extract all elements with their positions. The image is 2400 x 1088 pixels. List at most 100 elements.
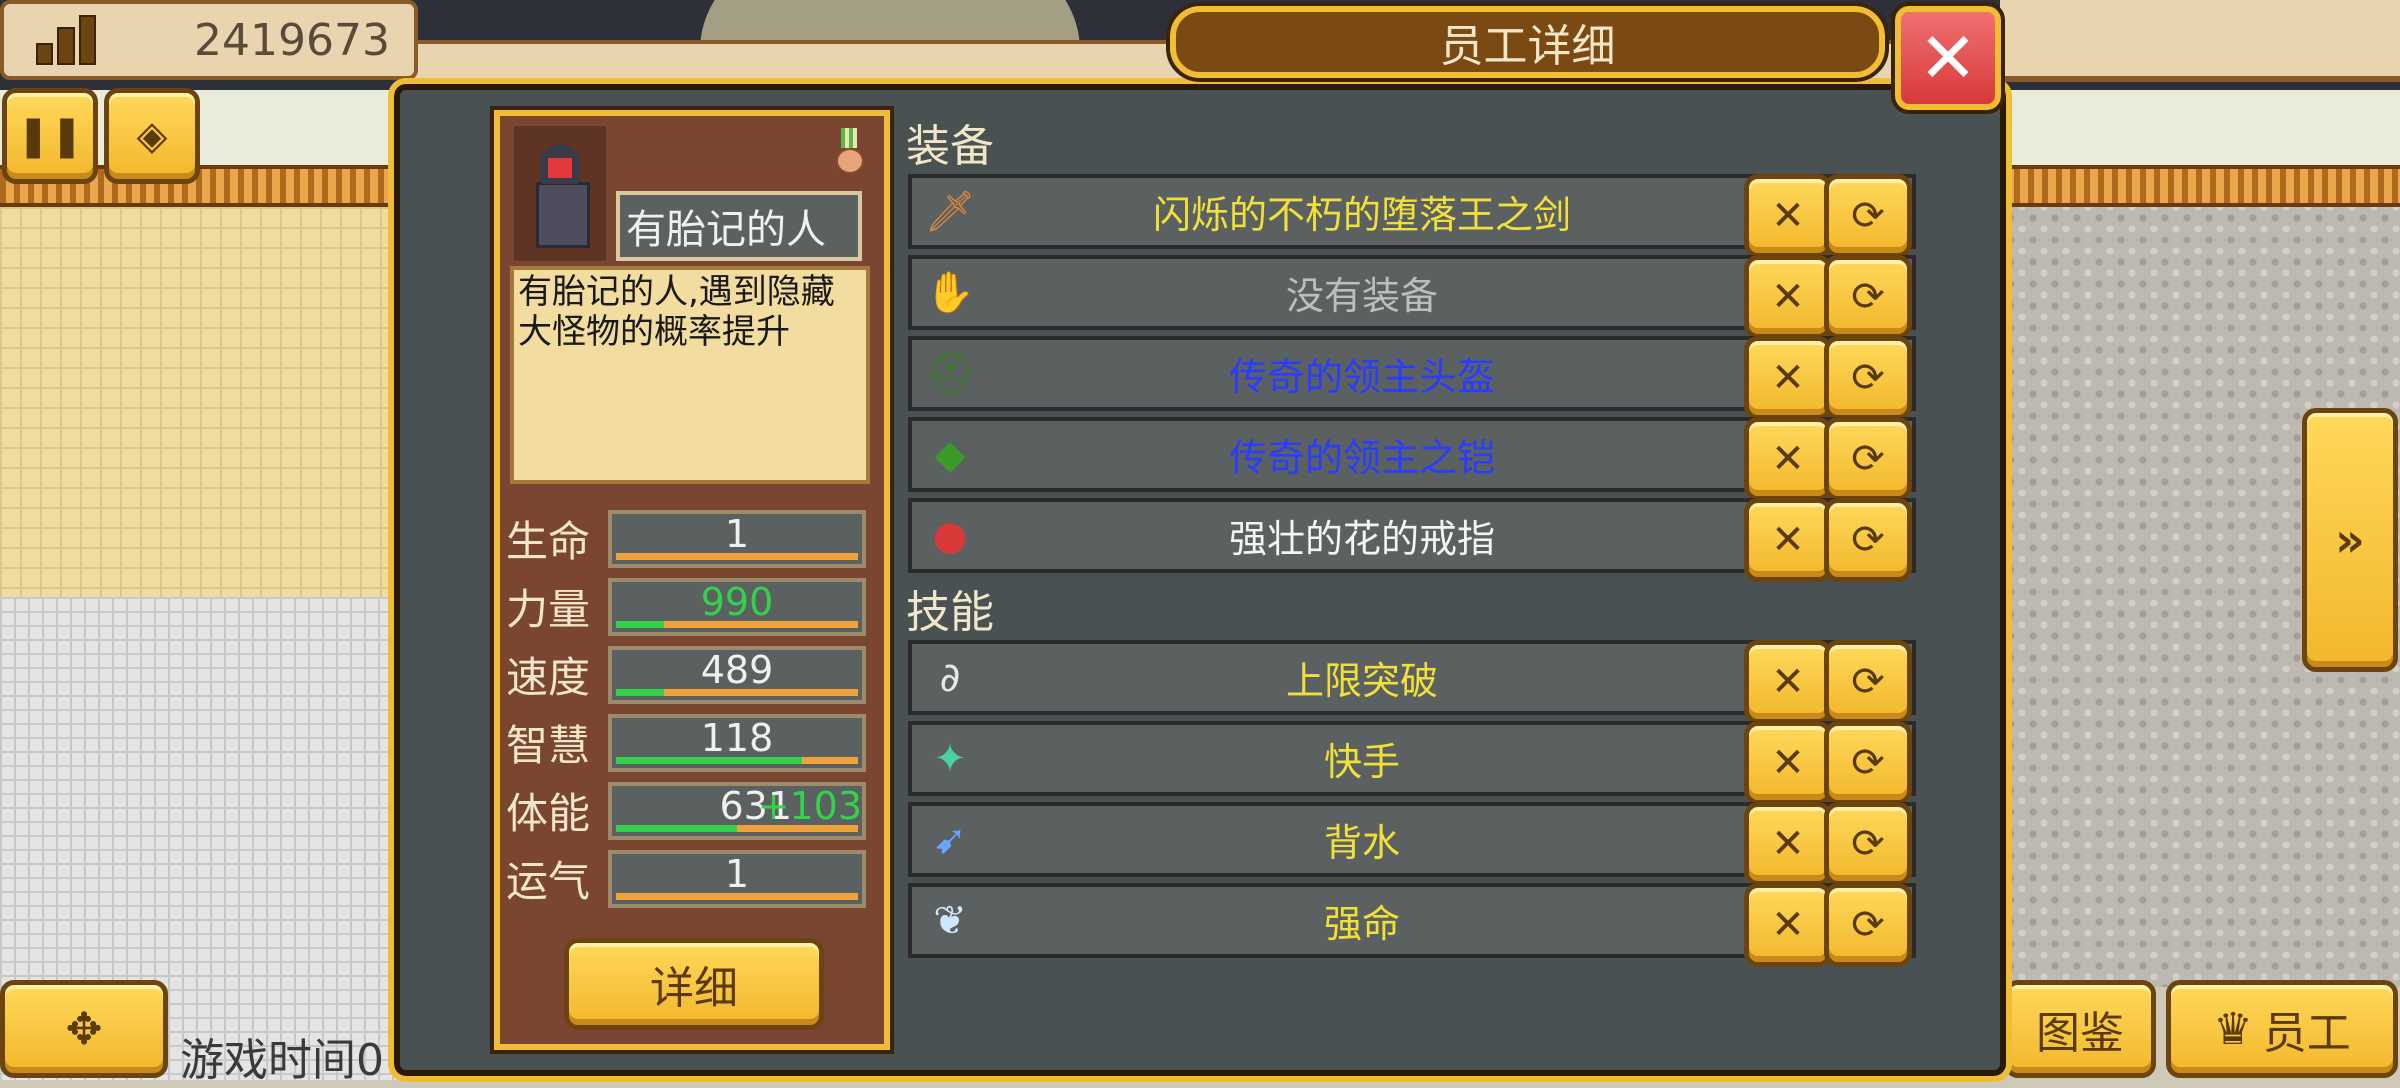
stat-progress-track: [616, 825, 858, 832]
stat-bar: 1: [608, 850, 866, 908]
swap-icon: ⟳: [1851, 436, 1885, 482]
encyclopedia-button[interactable]: 图鉴: [2004, 980, 2156, 1078]
scene-next-button[interactable]: »: [2302, 408, 2398, 672]
swap-icon: ⟳: [1851, 193, 1885, 239]
equipment-slot[interactable]: ● 强壮的花的戒指 ✕ ⟳: [908, 498, 1916, 582]
swap-button[interactable]: ⟳: [1824, 802, 1912, 886]
employee-portrait: [514, 126, 606, 261]
stat-progress-track: [616, 553, 858, 560]
crown-icon: ♛: [2213, 1003, 2253, 1055]
employee-card: 有胎记的人 有胎记的人,遇到隐藏大怪物的概率提升 详细 生命 1 力量 990 速度 48…: [490, 106, 894, 1054]
stat-progress-track: [616, 757, 858, 764]
equipment-slot[interactable]: ✋ 没有装备 ✕ ⟳: [908, 255, 1916, 339]
remove-icon: ✕: [1771, 274, 1805, 320]
sword-icon: 🗡: [924, 189, 976, 235]
pause-icon: ❚❚: [16, 113, 84, 159]
staff-button[interactable]: ♛ 员工: [2166, 980, 2398, 1078]
swap-button[interactable]: ⟳: [1824, 721, 1912, 805]
stat-progress-track: [616, 689, 858, 696]
equipment-heading: 装备: [906, 121, 994, 172]
unequip-button[interactable]: ✕: [1744, 721, 1832, 805]
skill-name: 强命: [1323, 902, 1400, 946]
skill-slot[interactable]: ✦ 快手 ✕ ⟳: [908, 721, 1916, 805]
building-icon: [36, 15, 96, 65]
stat-label: 力量: [506, 585, 591, 634]
stat-label: 智慧: [506, 721, 591, 770]
swap-button[interactable]: ⟳: [1824, 255, 1912, 339]
stat-progress-fill: [616, 621, 665, 628]
skill-slot[interactable]: ∂ 上限突破 ✕ ⟳: [908, 640, 1916, 724]
swap-button[interactable]: ⟳: [1824, 174, 1912, 258]
stat-progress-track: [616, 621, 858, 628]
game-time: 游戏时间0: [180, 1035, 384, 1086]
close-button[interactable]: ✕: [1891, 2, 2005, 114]
close-icon: ✕: [1918, 17, 1978, 99]
speed-button[interactable]: ◈: [104, 88, 200, 184]
rocket-icon: ➹: [933, 816, 967, 863]
stat-bar: 118: [608, 714, 866, 772]
unequip-button[interactable]: ✕: [1744, 336, 1832, 420]
stat-bonus: +103: [757, 784, 862, 828]
detail-button[interactable]: 详细: [564, 938, 824, 1030]
stat-bar: 631 +103: [608, 782, 866, 840]
remove-icon: ✕: [1771, 193, 1805, 239]
double-right-arrow-icon: »: [2335, 513, 2365, 567]
skill-slot[interactable]: ➹ 背水 ✕ ⟳: [908, 802, 1916, 886]
stat-progress-fill: [616, 757, 803, 764]
equipment-name: 强壮的花的戒指: [1228, 517, 1495, 561]
detail-button-label: 详细: [650, 963, 738, 1014]
stat-bar: 489: [608, 646, 866, 704]
wing-icon: ❦: [933, 897, 967, 944]
pause-button[interactable]: ❚❚: [2, 88, 98, 184]
remove-icon: ✕: [1771, 436, 1805, 482]
scene-top-strip-right: [2000, 0, 2400, 82]
money-value: 2419673: [194, 14, 390, 66]
employee-name-field[interactable]: 有胎记的人: [616, 191, 862, 261]
stat-value: 489: [700, 648, 774, 692]
swap-button[interactable]: ⟳: [1824, 336, 1912, 420]
stat-value: 1: [724, 852, 750, 896]
unequip-button[interactable]: ✕: [1744, 417, 1832, 501]
unequip-button[interactable]: ✕: [1744, 498, 1832, 582]
stat-label: 生命: [506, 517, 591, 566]
swap-button[interactable]: ⟳: [1824, 417, 1912, 501]
swap-icon: ⟳: [1851, 517, 1885, 563]
remove-icon: ✕: [1771, 659, 1805, 705]
remove-icon: ✕: [1771, 821, 1805, 867]
unequip-button[interactable]: ✕: [1744, 883, 1832, 967]
stat-progress-track: [616, 893, 858, 900]
scene-fence-right: [2000, 165, 2400, 207]
swap-icon: ⟳: [1851, 274, 1885, 320]
swap-button[interactable]: ⟳: [1824, 498, 1912, 582]
equipment-slot[interactable]: 🗡 闪烁的不朽的堕落王之剑 ✕ ⟳: [908, 174, 1916, 258]
swap-icon: ⟳: [1851, 659, 1885, 705]
helmet-icon: ⛑: [924, 351, 976, 397]
skills-heading: 技能: [906, 587, 994, 638]
unequip-button[interactable]: ✕: [1744, 640, 1832, 724]
swap-button[interactable]: ⟳: [1824, 883, 1912, 967]
encyclopedia-label: 图鉴: [2036, 1008, 2124, 1059]
unequip-button[interactable]: ✕: [1744, 174, 1832, 258]
equipment-slot[interactable]: ◆ 传奇的领主之铠 ✕ ⟳: [908, 417, 1916, 501]
stat-label: 速度: [506, 653, 591, 702]
skill-slot[interactable]: ❦ 强命 ✕ ⟳: [908, 883, 1916, 967]
employee-description: 有胎记的人,遇到隐藏大怪物的概率提升: [510, 266, 870, 484]
equipment-name: 传奇的领主头盔: [1228, 355, 1495, 399]
stat-value: 118: [700, 716, 774, 760]
dpad-icon: ✥: [65, 1003, 103, 1055]
medal-icon: [836, 128, 864, 174]
unequip-button[interactable]: ✕: [1744, 802, 1832, 886]
unequip-button[interactable]: ✕: [1744, 255, 1832, 339]
armor-icon: ◆: [934, 431, 966, 478]
skill-name: 快手: [1323, 740, 1400, 784]
stat-value: 990: [700, 580, 774, 624]
swap-button[interactable]: ⟳: [1824, 640, 1912, 724]
skill-name: 背水: [1323, 821, 1400, 865]
dialog-title: 员工详细: [1166, 2, 1889, 82]
move-button[interactable]: ✥: [0, 980, 168, 1078]
equipment-name: 没有装备: [1285, 274, 1438, 318]
money-display: 2419673: [0, 0, 418, 80]
equipment-slot[interactable]: ⛑ 传奇的领主头盔 ✕ ⟳: [908, 336, 1916, 420]
swap-icon: ⟳: [1851, 355, 1885, 401]
remove-icon: ✕: [1771, 902, 1805, 948]
